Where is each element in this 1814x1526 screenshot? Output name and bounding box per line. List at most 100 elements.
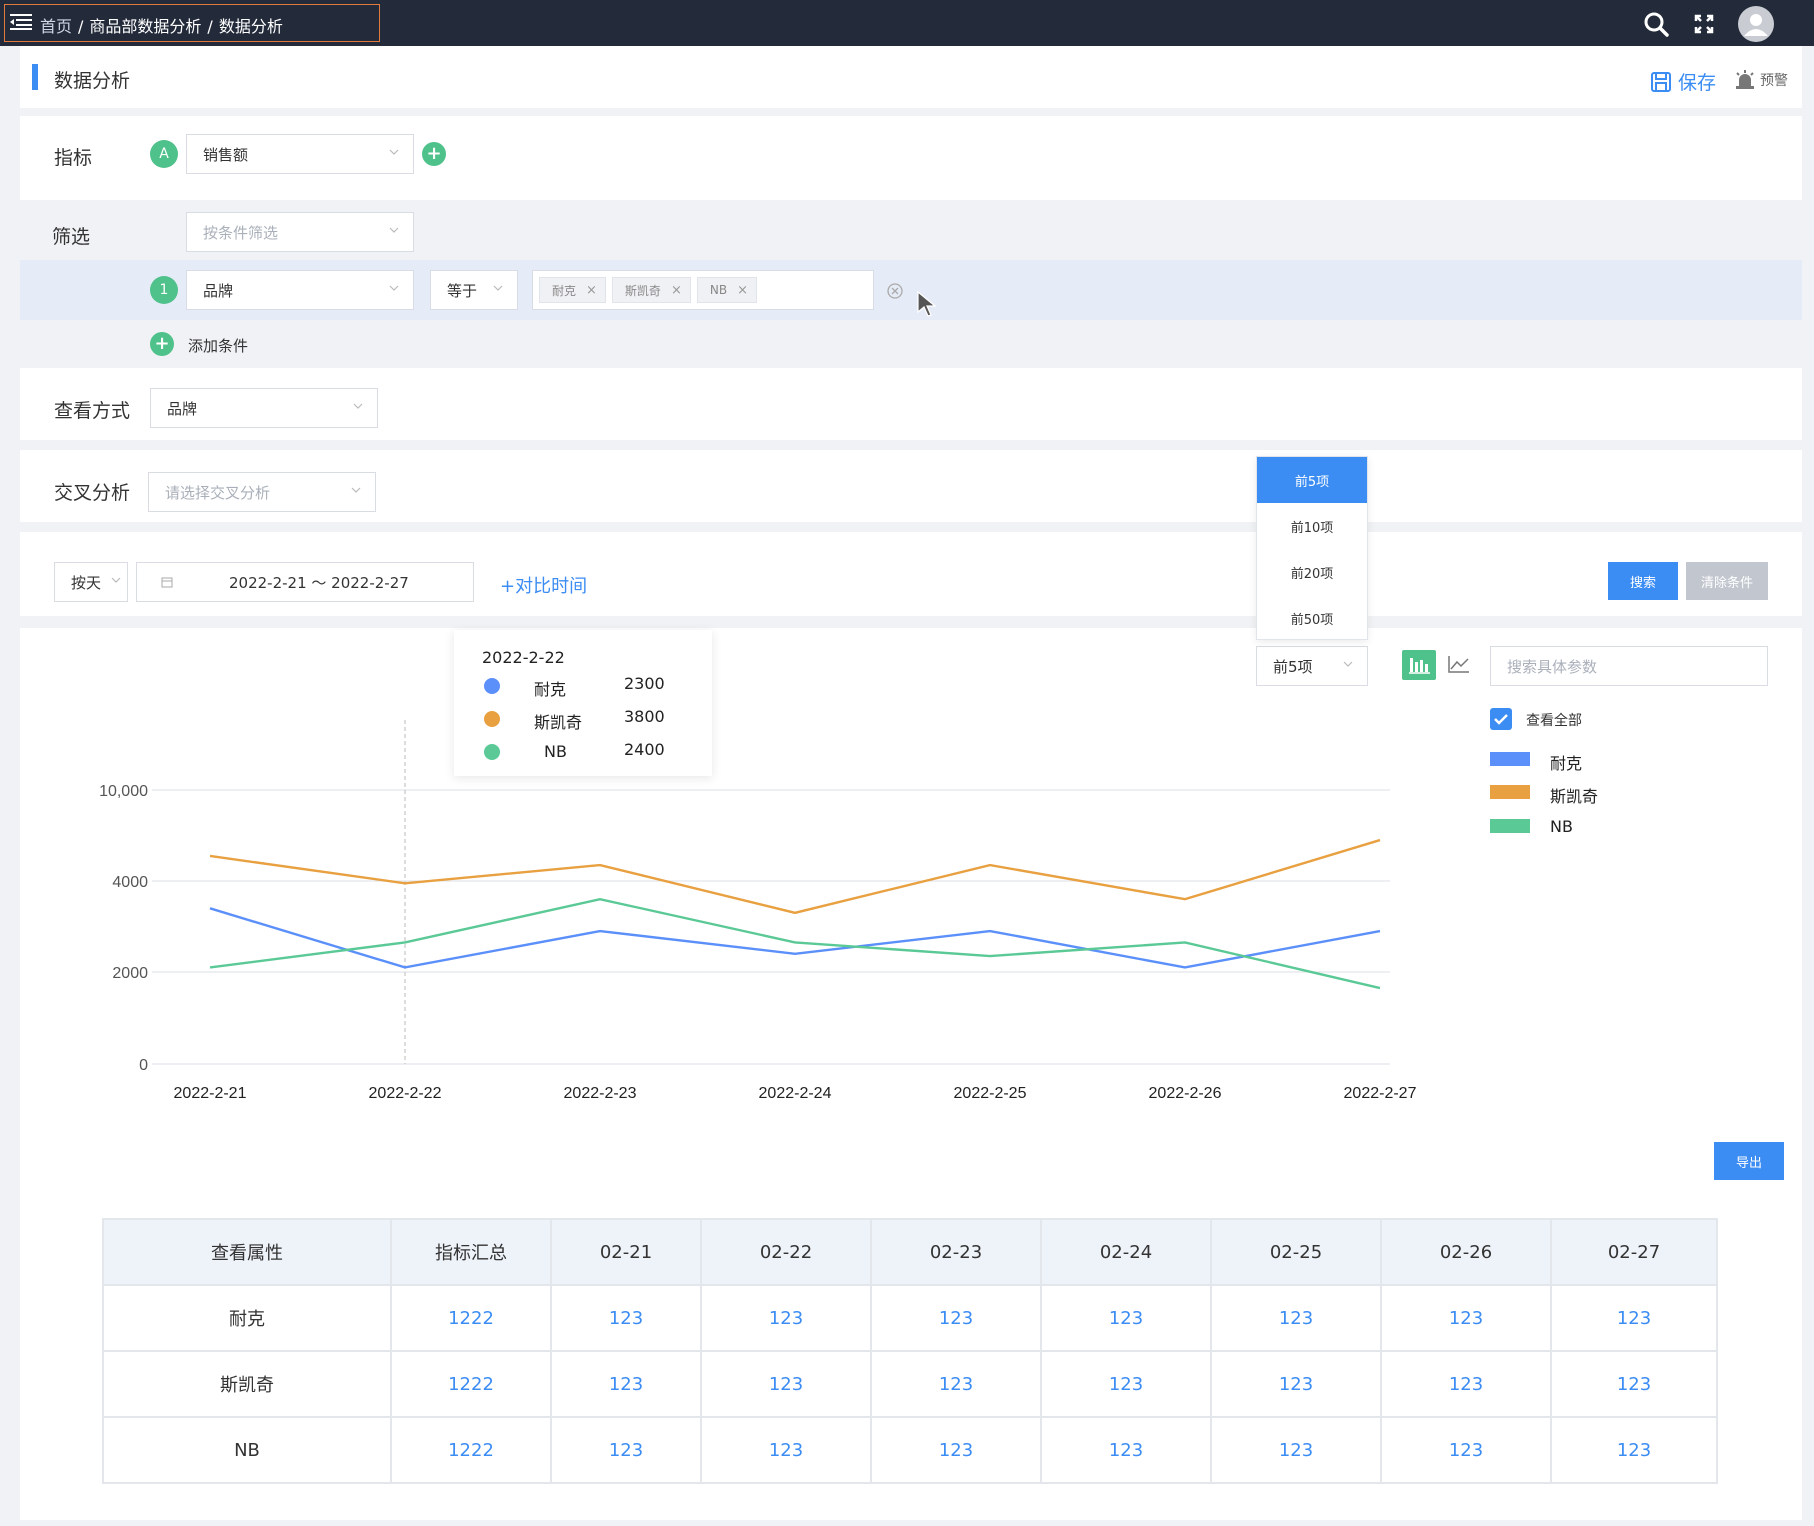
- page: 数据分析 保存 预警 指标 A 销售额 + 筛选 按条件筛选 1 品牌 等于 耐…: [0, 46, 1814, 1526]
- add-condition-button[interactable]: 添加条件: [188, 335, 248, 356]
- title-bar: 数据分析 保存 预警: [20, 46, 1802, 108]
- topn-option[interactable]: 前20项: [1257, 549, 1367, 595]
- chevron-down-icon: [111, 577, 121, 583]
- value-cell[interactable]: 123: [1550, 1416, 1718, 1484]
- condition-index-badge: 1: [150, 276, 178, 304]
- value-cell[interactable]: 1222: [390, 1284, 552, 1352]
- value-cell[interactable]: 123: [1040, 1350, 1212, 1418]
- tag-remove-icon[interactable]: ×: [586, 283, 597, 298]
- table-row: 斯凯奇 1222 123 123 123 123 123 123 123: [102, 1350, 1718, 1418]
- breadcrumb-dept[interactable]: 商品部数据分析: [89, 17, 201, 36]
- value-cell[interactable]: 1222: [390, 1350, 552, 1418]
- value-cell[interactable]: 123: [550, 1350, 702, 1418]
- value-cell[interactable]: 123: [1040, 1416, 1212, 1484]
- tag-remove-icon[interactable]: ×: [737, 283, 748, 298]
- condition-field-select[interactable]: 品牌: [186, 270, 414, 310]
- value-cell[interactable]: 123: [1380, 1284, 1552, 1352]
- table-header-cell: 02-24: [1040, 1218, 1212, 1286]
- series-dot: [484, 744, 500, 760]
- topn-option[interactable]: 前50项: [1257, 595, 1367, 641]
- value-cell[interactable]: 123: [1380, 1416, 1552, 1484]
- value-cell[interactable]: 123: [1380, 1350, 1552, 1418]
- series-line[interactable]: [209, 838, 1381, 915]
- condition-value-tags[interactable]: 耐克 × 斯凯奇 × NB ×: [532, 270, 874, 310]
- value-cell[interactable]: 123: [1550, 1350, 1718, 1418]
- row-name-cell: 斯凯奇: [102, 1350, 392, 1418]
- export-button[interactable]: 导出: [1714, 1142, 1784, 1180]
- x-tick-label: 2022-2-24: [759, 1085, 832, 1102]
- avatar[interactable]: [1738, 6, 1774, 42]
- legend-swatch: [1490, 752, 1530, 766]
- cross-analysis-select[interactable]: 请选择交叉分析: [148, 472, 376, 512]
- cross-analysis-label: 交叉分析: [54, 482, 131, 504]
- search-icon[interactable]: [1642, 10, 1670, 38]
- value-cell[interactable]: 123: [1550, 1284, 1718, 1352]
- granularity-select[interactable]: 按天: [54, 562, 128, 602]
- value-cell[interactable]: 123: [700, 1284, 872, 1352]
- add-metric-button[interactable]: +: [422, 142, 446, 166]
- value-cell[interactable]: 123: [1210, 1350, 1382, 1418]
- top-bar: 首页 / 商品部数据分析 / 数据分析: [0, 0, 1814, 46]
- fullscreen-icon[interactable]: [1690, 10, 1718, 38]
- table-header-cell: 指标汇总: [390, 1218, 552, 1286]
- breadcrumb-home[interactable]: 首页: [40, 17, 72, 36]
- legend-swatch: [1490, 819, 1530, 833]
- series-dot: [484, 678, 500, 694]
- x-tick-label: 2022-2-26: [1149, 1085, 1222, 1102]
- save-button[interactable]: 保存: [1650, 68, 1716, 95]
- chart-tooltip: 2022-2-22 耐克 2300 斯凯奇 3800 NB 2400: [454, 630, 712, 776]
- topn-option[interactable]: 前5项: [1257, 457, 1367, 503]
- tag-nb: NB ×: [696, 277, 757, 303]
- value-cell[interactable]: 123: [700, 1416, 872, 1484]
- x-tick-label: 2022-2-25: [954, 1085, 1027, 1102]
- topn-option[interactable]: 前10项: [1257, 503, 1367, 549]
- value-cell[interactable]: 123: [870, 1284, 1042, 1352]
- topn-dropdown: 前5项 前10项 前20项 前50项: [1256, 456, 1368, 640]
- tag-nike: 耐克 ×: [539, 277, 606, 303]
- view-mode-select[interactable]: 品牌: [150, 388, 378, 428]
- table-header-cell: 查看属性: [102, 1218, 392, 1286]
- search-button[interactable]: 搜索: [1608, 562, 1678, 600]
- alert-button[interactable]: 预警: [1734, 70, 1788, 90]
- line-chart-toggle-icon[interactable]: [1446, 652, 1472, 676]
- save-icon: [1650, 71, 1671, 92]
- data-table: 查看属性 指标汇总 02-21 02-22 02-23 02-24 02-25 02-26 02…: [102, 1218, 1718, 1484]
- value-cell[interactable]: 123: [1210, 1416, 1382, 1484]
- table-row: 耐克 1222 123 123 123 123 123 123 123: [102, 1284, 1718, 1352]
- table-header-cell: 02-26: [1380, 1218, 1552, 1286]
- select-all-checkbox[interactable]: [1490, 708, 1512, 730]
- filter-select[interactable]: 按条件筛选: [186, 212, 414, 252]
- y-tick-label: 10,000: [99, 783, 148, 800]
- value-cell[interactable]: 123: [550, 1416, 702, 1484]
- bar-chart-toggle-icon[interactable]: [1402, 650, 1436, 680]
- condition-operator-select[interactable]: 等于: [430, 270, 518, 310]
- param-search-input[interactable]: 搜索具体参数: [1490, 646, 1768, 686]
- series-line[interactable]: [209, 907, 1381, 969]
- table-header-cell: 02-25: [1210, 1218, 1382, 1286]
- menu-icon[interactable]: [10, 13, 32, 31]
- value-cell[interactable]: 123: [700, 1350, 872, 1418]
- topn-select[interactable]: 前5项: [1256, 646, 1368, 686]
- value-cell[interactable]: 123: [1210, 1284, 1382, 1352]
- cursor-icon: [917, 290, 937, 317]
- value-cell[interactable]: 1222: [390, 1416, 552, 1484]
- remove-condition-icon[interactable]: [886, 282, 904, 300]
- tag-remove-icon[interactable]: ×: [671, 283, 682, 298]
- value-cell[interactable]: 123: [870, 1416, 1042, 1484]
- breadcrumb-current: 数据分析: [218, 17, 283, 36]
- add-condition-icon[interactable]: +: [150, 332, 174, 356]
- metric-badge: A: [150, 140, 178, 168]
- value-cell[interactable]: 123: [550, 1284, 702, 1352]
- table-header-cell: 02-27: [1550, 1218, 1718, 1286]
- value-cell[interactable]: 123: [870, 1350, 1042, 1418]
- calendar-icon: [161, 577, 173, 588]
- table-row: NB 1222 123 123 123 123 123 123 123: [102, 1416, 1718, 1484]
- table-header-row: 查看属性 指标汇总 02-21 02-22 02-23 02-24 02-25 02-26 02…: [102, 1218, 1718, 1286]
- date-range-picker[interactable]: 2022-2-21 ～ 2022-2-27: [136, 562, 474, 602]
- metric-select[interactable]: 销售额: [186, 134, 414, 174]
- page-title: 数据分析: [54, 70, 131, 92]
- compare-time-link[interactable]: +对比时间: [500, 572, 587, 598]
- table-header-cell: 02-23: [870, 1218, 1042, 1286]
- value-cell[interactable]: 123: [1040, 1284, 1212, 1352]
- clear-conditions-button[interactable]: 清除条件: [1686, 562, 1768, 600]
